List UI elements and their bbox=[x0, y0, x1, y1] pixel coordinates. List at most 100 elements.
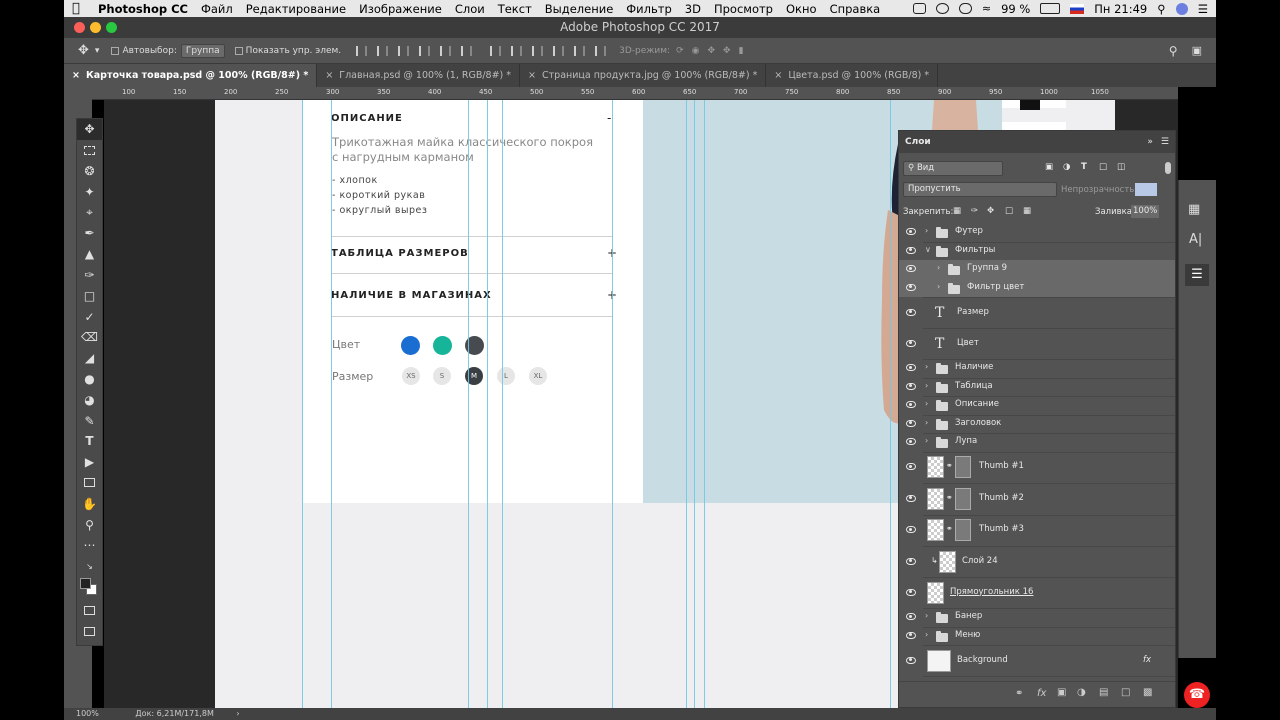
visibility-eye-icon[interactable] bbox=[906, 364, 916, 372]
layer-name[interactable]: Банер bbox=[955, 611, 982, 621]
layer-name[interactable]: Лупа bbox=[955, 436, 977, 446]
layer-row[interactable]: ⚭ Thumb #2 bbox=[899, 483, 1175, 515]
menu-image[interactable]: Изображение bbox=[359, 2, 442, 16]
tab-close-icon[interactable]: × bbox=[528, 70, 536, 81]
visibility-eye-icon[interactable] bbox=[906, 613, 916, 621]
layer-name[interactable]: Слой 24 bbox=[962, 556, 998, 566]
search-icon[interactable]: ⚲ bbox=[1169, 44, 1178, 58]
opacity-input[interactable] bbox=[1135, 183, 1157, 196]
layer-name[interactable]: Thumb #3 bbox=[979, 524, 1024, 534]
distribute-top-icon[interactable] bbox=[490, 45, 502, 56]
layer-name[interactable]: Заголовок bbox=[955, 418, 1001, 428]
guide-line[interactable] bbox=[612, 100, 613, 708]
link-layers-icon[interactable]: ⚭ bbox=[1015, 688, 1023, 699]
layers-panel-title[interactable]: Слои bbox=[905, 137, 931, 147]
status-expand-icon[interactable]: › bbox=[236, 709, 239, 718]
lock-artboard-icon[interactable]: □ bbox=[1005, 206, 1013, 216]
layer-row[interactable]: Background fx bbox=[899, 645, 1175, 676]
layer-mask-thumbnail[interactable] bbox=[955, 487, 971, 510]
tab-main[interactable]: × Главная.psd @ 100% (1, RGB/8#) * bbox=[317, 64, 521, 87]
layer-name[interactable]: Меню bbox=[955, 630, 980, 640]
collapse-icon[interactable]: » bbox=[1147, 137, 1153, 147]
quick-mask-icon[interactable] bbox=[77, 601, 102, 622]
visibility-eye-icon[interactable] bbox=[906, 382, 916, 390]
layer-filter-dropdown[interactable]: ⚲ Вид bbox=[903, 161, 1003, 176]
menu-help[interactable]: Справка bbox=[830, 2, 881, 16]
add-mask-icon[interactable]: ▣ bbox=[1057, 687, 1066, 698]
layer-row[interactable]: › Футер bbox=[899, 223, 1175, 242]
layer-mask-thumbnail[interactable] bbox=[955, 519, 971, 542]
collapsed-chevron-icon[interactable]: › bbox=[925, 611, 928, 620]
layer-row[interactable]: › Описание bbox=[899, 396, 1175, 415]
layer-name[interactable]: Группа 9 bbox=[967, 263, 1007, 273]
menubar-clock[interactable]: Пн 21:49 bbox=[1094, 2, 1147, 16]
guide-line[interactable] bbox=[704, 100, 705, 708]
stamp-tool-icon[interactable]: □ bbox=[77, 285, 102, 306]
pen-tool-icon[interactable]: ✎ bbox=[77, 410, 102, 431]
new-layer-icon[interactable]: □ bbox=[1121, 687, 1130, 698]
collapsed-chevron-icon[interactable]: › bbox=[925, 399, 928, 408]
layer-row[interactable]: › Таблица bbox=[899, 378, 1175, 397]
menu-text[interactable]: Текст bbox=[498, 2, 532, 16]
eraser-tool-icon[interactable]: ⌫ bbox=[77, 327, 102, 348]
tab-colors[interactable]: × Цвета.psd @ 100% (RGB/8) * bbox=[766, 64, 939, 87]
distribute-hcenter-icon[interactable] bbox=[574, 45, 586, 56]
blur-tool-icon[interactable]: ● bbox=[77, 369, 102, 390]
3d-slide-icon[interactable]: ✥ bbox=[723, 46, 731, 56]
tab-product-page[interactable]: × Страница продукта.jpg @ 100% (RGB/8#) * bbox=[520, 64, 767, 87]
menu-file[interactable]: Файл bbox=[201, 2, 233, 16]
layer-row[interactable]: › Заголовок bbox=[899, 415, 1175, 434]
workspace-icon[interactable]: ▣ bbox=[1192, 44, 1202, 57]
brush-tool-icon[interactable]: ✑ bbox=[77, 265, 102, 286]
guide-line[interactable] bbox=[694, 100, 695, 708]
collapsed-chevron-icon[interactable]: › bbox=[925, 226, 928, 235]
visibility-eye-icon[interactable] bbox=[906, 308, 916, 316]
align-left-icon[interactable] bbox=[419, 45, 431, 56]
align-vcenter-icon[interactable] bbox=[377, 45, 389, 56]
guide-line[interactable] bbox=[890, 100, 891, 708]
visibility-eye-icon[interactable] bbox=[906, 228, 916, 236]
collapsed-chevron-icon[interactable]: › bbox=[925, 436, 928, 445]
layer-name[interactable]: Thumb #2 bbox=[979, 493, 1024, 503]
layer-name[interactable]: Прямоугольник 16 bbox=[950, 587, 1033, 597]
color-swap-icon[interactable]: ↘ bbox=[77, 556, 102, 577]
visibility-eye-icon[interactable] bbox=[906, 656, 916, 664]
delete-layer-icon[interactable]: ▩ bbox=[1143, 687, 1152, 698]
collapsed-chevron-icon[interactable]: › bbox=[937, 282, 940, 291]
filter-toggle-icon[interactable] bbox=[1165, 162, 1171, 174]
apple-icon[interactable]:  bbox=[72, 1, 86, 16]
layer-row[interactable]: ⚭ Thumb #3 bbox=[899, 515, 1175, 547]
layer-name[interactable]: Описание bbox=[955, 399, 999, 409]
guide-line[interactable] bbox=[686, 100, 687, 708]
more-tools-icon[interactable]: ⋯ bbox=[77, 535, 102, 556]
3d-scale-icon[interactable]: ▮ bbox=[739, 46, 744, 56]
history-brush-tool-icon[interactable]: ✓ bbox=[77, 306, 102, 327]
layer-name[interactable]: Размер bbox=[957, 307, 989, 317]
layer-row[interactable]: ↳ Слой 24 bbox=[899, 546, 1175, 577]
path-select-tool-icon[interactable]: ▶ bbox=[77, 452, 102, 473]
layer-row[interactable]: Прямоугольник 16 bbox=[899, 577, 1175, 608]
zoom-tool-icon[interactable]: ⚲ bbox=[77, 514, 102, 535]
guide-line[interactable] bbox=[468, 100, 469, 708]
mask-link-icon[interactable]: ⚭ bbox=[946, 461, 953, 470]
layer-row[interactable]: › Банер bbox=[899, 608, 1175, 627]
lock-image-icon[interactable]: ✑ bbox=[971, 206, 978, 216]
autoselect-dropdown[interactable]: Группа bbox=[180, 43, 225, 58]
sync-icon[interactable] bbox=[935, 3, 949, 14]
align-top-icon[interactable] bbox=[356, 45, 368, 56]
visibility-eye-icon[interactable] bbox=[906, 401, 916, 409]
3d-roll-icon[interactable]: ◉ bbox=[692, 46, 700, 56]
new-group-icon[interactable]: ▤ bbox=[1099, 687, 1108, 698]
character-icon[interactable]: A| bbox=[1189, 232, 1202, 247]
menu-3d[interactable]: 3D bbox=[685, 2, 701, 16]
guide-line[interactable] bbox=[331, 100, 332, 708]
visibility-eye-icon[interactable] bbox=[906, 283, 916, 291]
visibility-eye-icon[interactable] bbox=[906, 494, 916, 502]
visibility-eye-icon[interactable] bbox=[906, 588, 916, 596]
visibility-eye-icon[interactable] bbox=[906, 265, 916, 273]
collapsed-chevron-icon[interactable]: › bbox=[925, 362, 928, 371]
quick-select-tool-icon[interactable]: ✦ bbox=[77, 181, 102, 202]
zoom-level[interactable]: 100% bbox=[76, 709, 99, 718]
menu-list-icon[interactable]: ☰ bbox=[1198, 2, 1208, 16]
adjustment-layer-icon[interactable]: ◑ bbox=[1077, 687, 1086, 698]
